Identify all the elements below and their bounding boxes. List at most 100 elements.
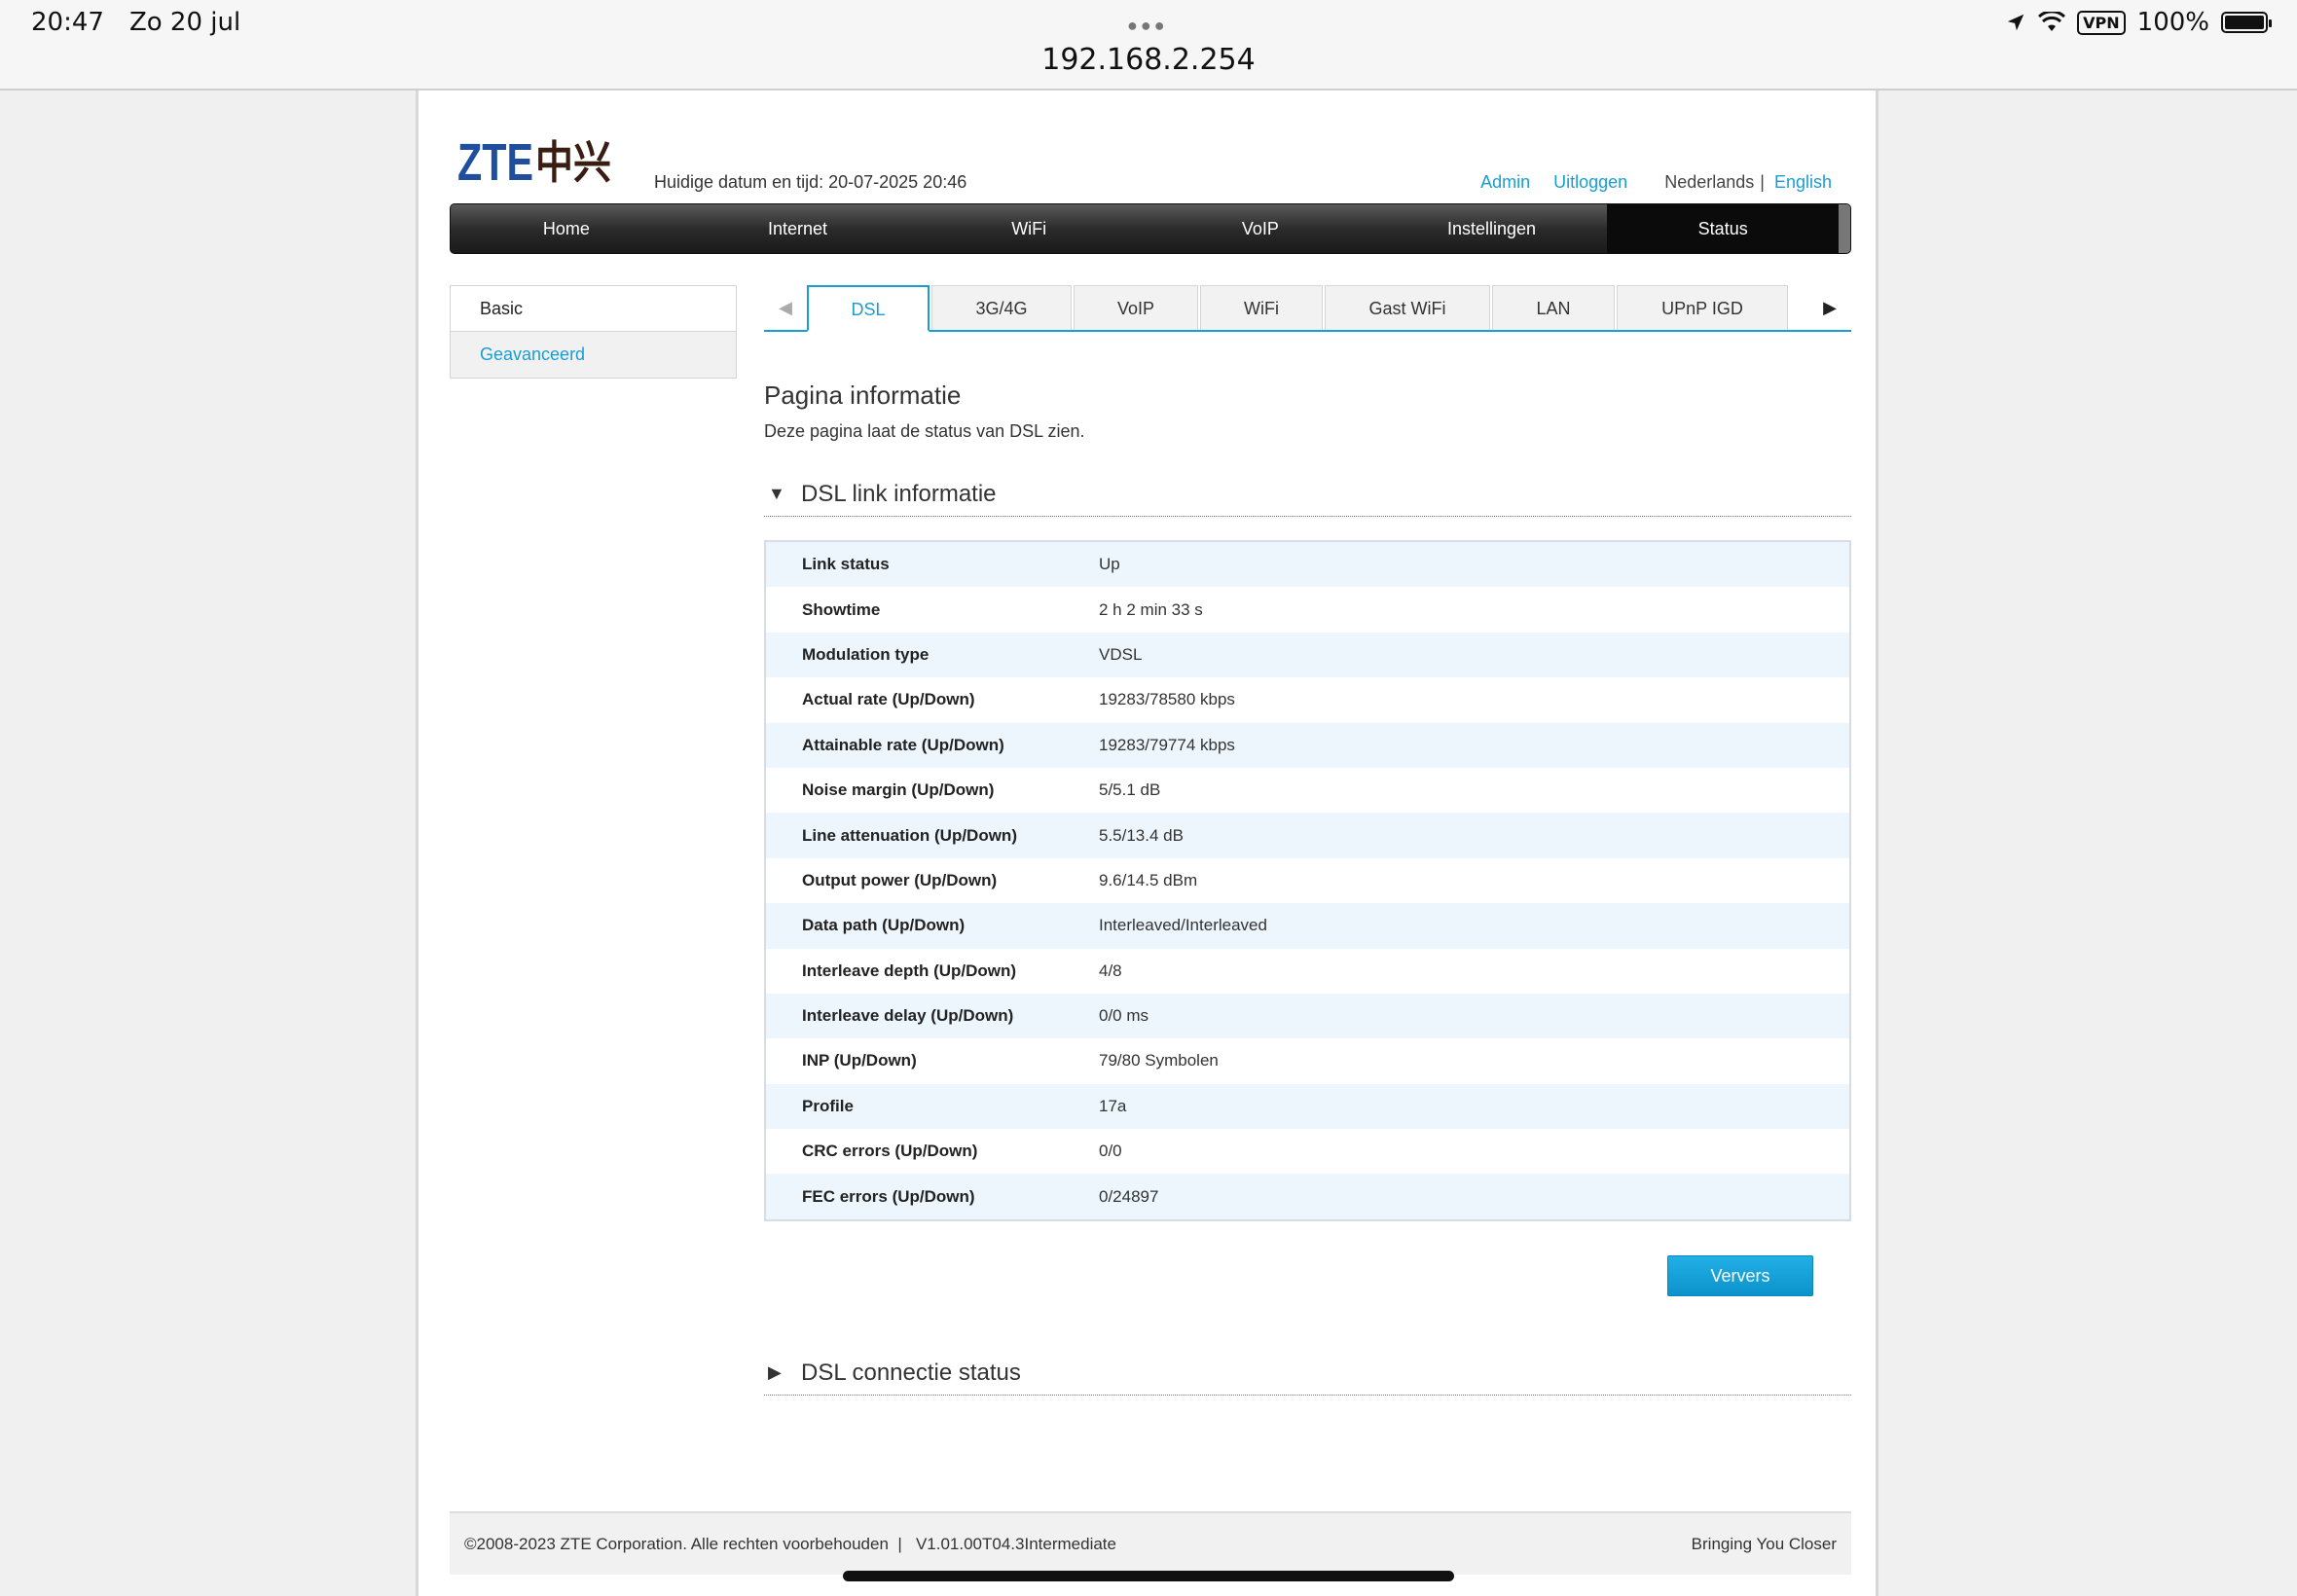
row-label: Attainable rate (Up/Down)	[802, 735, 1004, 754]
table-row: INP (Up/Down) 79/80 Symbolen	[766, 1038, 1849, 1084]
expand-triangle-icon: ▶	[768, 1362, 782, 1382]
row-label: Noise margin (Up/Down)	[802, 780, 995, 800]
nav-internet[interactable]: Internet	[682, 204, 914, 253]
location-icon	[2007, 14, 2024, 31]
nav-instellingen[interactable]: Instellingen	[1376, 204, 1608, 253]
refresh-button[interactable]: Ververs	[1667, 1255, 1813, 1296]
table-row: Data path (Up/Down) Interleaved/Interleav…	[766, 903, 1849, 949]
row-label: Interleave delay (Up/Down)	[802, 1006, 1014, 1026]
row-value: 17a	[1099, 1096, 1127, 1115]
tab-scroll-left-icon[interactable]: ◀	[764, 285, 807, 330]
row-label: Profile	[802, 1096, 854, 1115]
date: Zo 20 jul	[128, 8, 241, 37]
row-label: Line attenuation (Up/Down)	[802, 825, 1017, 845]
address-bar[interactable]: 192.168.2.254	[0, 43, 2297, 77]
tab-lan[interactable]: LAN	[1492, 285, 1615, 330]
browser-status-bar: 20:47 Zo 20 jul ●●● 192.168.2.254 VPN 100…	[0, 0, 2297, 91]
row-value: 5.5/13.4 dB	[1099, 825, 1184, 845]
status-icons: VPN 100%	[2005, 8, 2272, 37]
row-label: Data path (Up/Down)	[802, 916, 966, 935]
language-dutch[interactable]: Nederlands	[1664, 172, 1754, 193]
language-english[interactable]: English	[1774, 172, 1832, 193]
row-value: 9.6/14.5 dBm	[1099, 870, 1198, 889]
dsl-info-table: Link status Up Showtime 2 h 2 min 33 s Mod…	[764, 540, 1851, 1221]
table-row: Output power (Up/Down) 9.6/14.5 dBm	[766, 857, 1849, 904]
wifi-icon	[2038, 12, 2066, 31]
row-value: 79/80 Symbolen	[1099, 1051, 1219, 1070]
tab-wifi[interactable]: WiFi	[1200, 285, 1323, 330]
table-row: Interleave depth (Up/Down) 4/8	[766, 948, 1849, 994]
row-value: 5/5.1 dB	[1099, 780, 1161, 800]
nav-wifi[interactable]: WiFi	[913, 204, 1145, 253]
row-label: Modulation type	[802, 644, 930, 664]
sidebar-item-advanced[interactable]: Geavanceerd	[451, 332, 736, 378]
tab-voip[interactable]: VoIP	[1074, 285, 1198, 330]
main-navbar: Home Internet WiFi VoIP Instellingen Sta…	[450, 203, 1851, 254]
row-label: Interleave depth (Up/Down)	[802, 961, 1017, 980]
table-row: Showtime 2 h 2 min 33 s	[766, 587, 1849, 633]
footer-slogan: Bringing You Closer	[1691, 1534, 1837, 1553]
vpn-badge: VPN	[2077, 10, 2126, 35]
svg-text:ZTE: ZTE	[457, 133, 533, 192]
svg-text:中兴: 中兴	[535, 136, 611, 189]
section-title: DSL link informatie	[801, 480, 997, 507]
row-value: 0/0 ms	[1099, 1006, 1149, 1026]
table-row: Modulation type VDSL	[766, 632, 1849, 678]
footer: ©2008-2023 ZTE Corporation. Alle rechten…	[450, 1511, 1851, 1575]
nav-home[interactable]: Home	[451, 204, 682, 253]
sidebar-item-basic[interactable]: Basic	[451, 286, 736, 332]
row-value: 0/0	[1099, 1142, 1122, 1161]
section-title: DSL connectie status	[801, 1359, 1021, 1386]
tab-guest-wifi[interactable]: Gast WiFi	[1325, 285, 1490, 330]
nav-voip[interactable]: VoIP	[1145, 204, 1376, 253]
table-row: Noise margin (Up/Down) 5/5.1 dB	[766, 767, 1849, 814]
router-page: ZTE 中兴 Huidige datum en tijd: 20-07-2025…	[416, 91, 1878, 1596]
top-links: Admin Uitloggen Nederlands | English	[1480, 172, 1832, 193]
logout-link[interactable]: Uitloggen	[1553, 172, 1627, 193]
more-dots-icon[interactable]: ●●●	[1127, 16, 1168, 36]
row-value: Up	[1099, 555, 1120, 574]
home-indicator[interactable]	[843, 1571, 1454, 1581]
clock: 20:47	[31, 8, 104, 37]
language-separator: |	[1760, 172, 1765, 192]
status-tabs: ◀ DSL 3G/4G VoIP WiFi Gast WiFi LAN UPnP…	[764, 285, 1851, 332]
row-value: Interleaved/Interleaved	[1099, 916, 1267, 935]
zte-logo: ZTE 中兴	[457, 133, 611, 192]
sidebar: Basic Geavanceerd	[450, 285, 737, 379]
page-description: Deze pagina laat de status van DSL zien.	[764, 421, 1085, 441]
footer-copyright: ©2008-2023 ZTE Corporation. Alle rechten…	[464, 1534, 1116, 1553]
row-label: Actual rate (Up/Down)	[802, 690, 975, 709]
row-value: 4/8	[1099, 961, 1122, 980]
admin-link[interactable]: Admin	[1480, 172, 1530, 193]
tab-scroll-right-icon[interactable]: ▶	[1808, 285, 1851, 330]
table-row: CRC errors (Up/Down) 0/0	[766, 1129, 1849, 1175]
row-label: Link status	[802, 555, 890, 574]
table-row: Profile 17a	[766, 1083, 1849, 1130]
nav-status[interactable]: Status	[1607, 204, 1840, 253]
row-value: 2 h 2 min 33 s	[1099, 599, 1203, 619]
tab-3g4g[interactable]: 3G/4G	[931, 285, 1072, 330]
navbar-end-cap	[1839, 204, 1850, 253]
row-value: 0/24897	[1099, 1186, 1159, 1206]
table-row: Attainable rate (Up/Down) 19283/79774 kbp…	[766, 722, 1849, 768]
table-row: Line attenuation (Up/Down) 5.5/13.4 dB	[766, 813, 1849, 858]
collapse-triangle-icon: ▼	[768, 484, 785, 503]
tab-upnp-igd[interactable]: UPnP IGD	[1617, 285, 1788, 330]
table-row: Link status Up	[766, 542, 1849, 588]
tab-dsl[interactable]: DSL	[807, 285, 930, 332]
row-label: INP (Up/Down)	[802, 1051, 917, 1070]
section-dsl-connection-status[interactable]: ▶ DSL connectie status	[764, 1351, 1851, 1396]
page-title: Pagina informatie	[764, 381, 962, 410]
row-value: VDSL	[1099, 644, 1143, 664]
row-value: 19283/79774 kbps	[1099, 735, 1235, 754]
section-dsl-link-info[interactable]: ▼ DSL link informatie	[764, 472, 1851, 517]
row-label: CRC errors (Up/Down)	[802, 1142, 978, 1161]
table-row: Actual rate (Up/Down) 19283/78580 kbps	[766, 677, 1849, 723]
row-label: FEC errors (Up/Down)	[802, 1186, 975, 1206]
table-row: FEC errors (Up/Down) 0/24897	[766, 1174, 1849, 1219]
battery-percent: 100%	[2136, 8, 2209, 37]
status-time: 20:47 Zo 20 jul	[31, 8, 266, 37]
battery-icon	[2221, 12, 2272, 33]
row-value: 19283/78580 kbps	[1099, 690, 1235, 709]
row-label: Showtime	[802, 599, 881, 619]
